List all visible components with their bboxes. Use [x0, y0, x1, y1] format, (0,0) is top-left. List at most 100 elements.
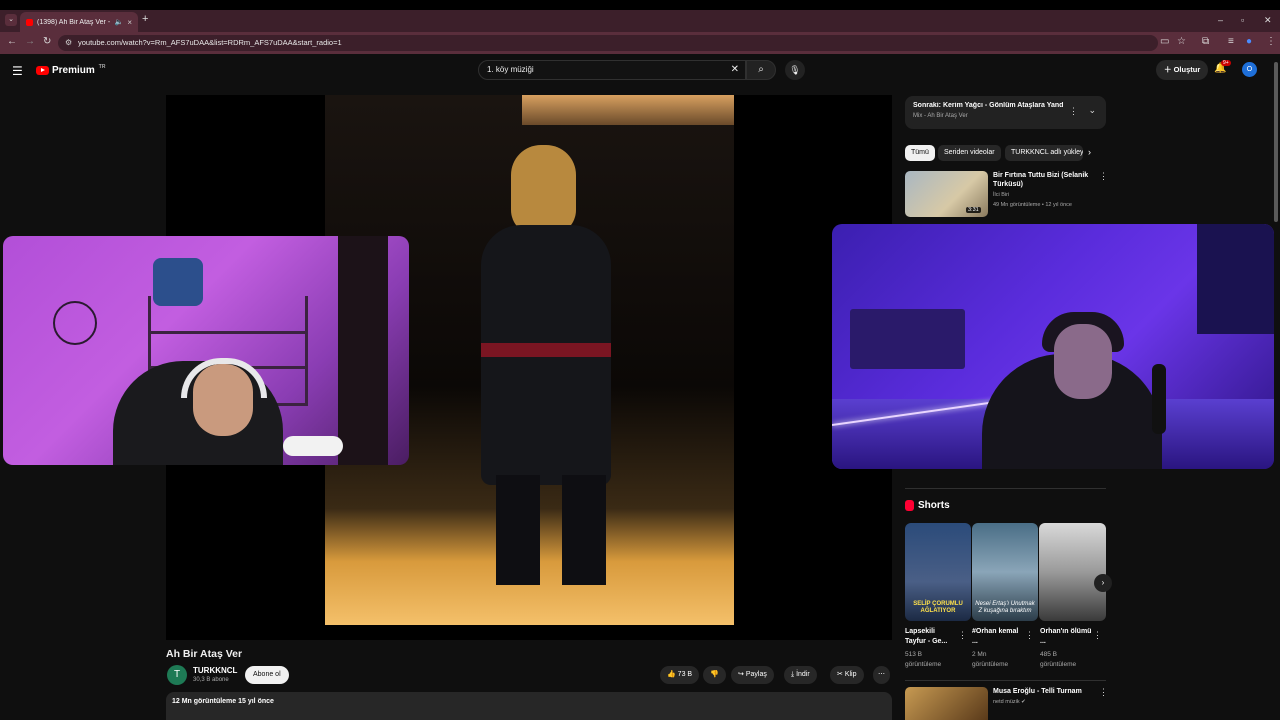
- logo-region: TR: [98, 63, 106, 70]
- close-window-icon[interactable]: ✕: [1264, 15, 1272, 26]
- clip-label: Klip: [844, 671, 857, 678]
- mic-icon: 🎙: [789, 65, 801, 75]
- divider: [905, 680, 1106, 681]
- short-title[interactable]: Orhan'ın ölümü ...: [1040, 627, 1092, 647]
- short-thumbnail[interactable]: SELİP ÇORUMLU AĞLATIYOR: [905, 523, 971, 621]
- account-icon[interactable]: ●: [1246, 36, 1252, 47]
- mix-more-icon[interactable]: ⋮: [1069, 106, 1078, 117]
- thumbs-up-icon: 👍: [667, 671, 676, 678]
- like-button[interactable]: 👍 73 B: [660, 666, 700, 684]
- channel-avatar[interactable]: T: [167, 665, 187, 685]
- recommended-more-icon[interactable]: ⋮: [1099, 687, 1108, 698]
- recommended-title[interactable]: Musa Eroğlu - Telli Turnam: [993, 688, 1082, 695]
- scrollbar-thumb[interactable]: [1274, 62, 1278, 222]
- guide-menu-icon[interactable]: ☰: [12, 64, 23, 78]
- recommended-channel[interactable]: netd müzik ✔: [993, 699, 1026, 705]
- shorts-icon: [905, 500, 914, 511]
- shorts-heading: Shorts: [905, 500, 950, 511]
- user-avatar[interactable]: O: [1242, 62, 1257, 77]
- recommended-title[interactable]: Bir Fırtına Tuttu Bizi (Selanik Türküsü): [993, 171, 1093, 189]
- mix-playlist-panel[interactable]: Sonraki: Kerim Yağcı - Gönlüm Ataşlara Y…: [905, 96, 1106, 129]
- extensions-icon[interactable]: ⧉: [1202, 36, 1209, 47]
- channel-name[interactable]: TURKKNCL: [193, 666, 237, 675]
- youtube-logo[interactable]: Premium TR: [36, 63, 106, 76]
- bookmark-star-icon[interactable]: ☆: [1177, 36, 1186, 47]
- recommended-thumbnail[interactable]: [905, 687, 988, 720]
- mix-next-title: Sonraki: Kerim Yağcı - Gönlüm Ataşlara Y…: [913, 102, 1063, 109]
- channel-label: netd müzik: [993, 699, 1020, 705]
- search-button[interactable]: ⌕: [746, 60, 776, 80]
- video-meta: 12 Mn görüntüleme 15 yıl önce: [172, 698, 274, 705]
- short-views: 513 B görüntüleme: [905, 651, 942, 668]
- clear-search-icon[interactable]: ✕: [731, 61, 739, 79]
- logo-text: Premium: [52, 65, 95, 76]
- shorts-next-icon[interactable]: ›: [1094, 574, 1112, 592]
- tab-search-icon[interactable]: ⌄: [5, 14, 17, 26]
- duration-badge: 3:31: [966, 207, 981, 213]
- back-icon[interactable]: ←: [7, 36, 17, 47]
- short-views: 485 B görüntüleme: [1040, 651, 1077, 668]
- scissors-icon: ✂: [837, 671, 843, 678]
- short-title[interactable]: #Orhan kemal ...: [972, 627, 1024, 647]
- url-text: youtube.com/watch?v=Rm_AFS7uDAA&list=RDR…: [78, 38, 342, 47]
- browser-tab-bar: ⌄ (1398) Ah Bir Ataş Ver - YouTube 🔈 × +…: [0, 0, 1280, 32]
- dislike-button[interactable]: 👎: [703, 666, 726, 684]
- browser-tab[interactable]: (1398) Ah Bir Ataş Ver - YouTube 🔈 ×: [20, 12, 138, 32]
- chip-uploader[interactable]: TURKKNCL adlı yükleyici: [1005, 145, 1083, 161]
- short-thumbnail[interactable]: [1039, 523, 1106, 621]
- audio-icon[interactable]: 🔈: [115, 18, 124, 26]
- more-horizontal-icon: ⋯: [878, 671, 885, 678]
- stage-light: [522, 95, 734, 125]
- streamer-face: [1054, 324, 1112, 399]
- download-button[interactable]: ⤓ İndir: [784, 666, 817, 684]
- menu-icon[interactable]: ⋮: [1266, 36, 1276, 47]
- search-icon: ⌕: [758, 64, 764, 75]
- new-tab-icon[interactable]: +: [142, 13, 148, 25]
- shelf-line: [148, 331, 308, 334]
- tab-close-icon[interactable]: ×: [127, 18, 132, 27]
- search-input[interactable]: 1. köy müziği ✕: [478, 60, 746, 80]
- share-button[interactable]: ↪ Paylaş: [731, 666, 774, 684]
- recommended-more-icon[interactable]: ⋮: [1099, 171, 1108, 182]
- share-icon: ↪: [738, 671, 744, 678]
- recommended-meta: 49 Mn görüntüleme • 12 yıl önce: [993, 202, 1072, 208]
- chip-series[interactable]: Seriden videolar: [938, 145, 1001, 161]
- short-more-icon[interactable]: ⋮: [1025, 630, 1034, 641]
- short-thumbnail[interactable]: Nesei Ertaş'ı Unutmak Z kuşağına bıraktı…: [972, 523, 1038, 621]
- video-performer-sash: [481, 343, 611, 357]
- reload-icon[interactable]: ↻: [43, 36, 51, 47]
- restore-icon[interactable]: ▫: [1241, 15, 1244, 25]
- chevron-down-icon[interactable]: ⌄: [1088, 105, 1096, 116]
- door: [338, 236, 388, 465]
- recommended-channel[interactable]: İlci Biri: [993, 192, 1009, 198]
- shorts-heading-text: Shorts: [918, 500, 950, 511]
- monitor: [850, 309, 965, 369]
- voice-search-button[interactable]: 🎙: [785, 60, 805, 80]
- short-more-icon[interactable]: ⋮: [958, 630, 967, 641]
- address-bar[interactable]: ⚙ youtube.com/watch?v=Rm_AFS7uDAA&list=R…: [58, 35, 1158, 51]
- description-box[interactable]: 12 Mn görüntüleme 15 yıl önce: [166, 692, 892, 720]
- create-label: Oluştur: [1173, 65, 1201, 74]
- download-label: İndir: [796, 671, 810, 678]
- clip-button[interactable]: ✂ Klip: [830, 666, 864, 684]
- like-count: 73 B: [677, 671, 693, 678]
- minimize-icon[interactable]: –: [1218, 15, 1223, 25]
- more-actions-button[interactable]: ⋯: [873, 666, 890, 684]
- verified-icon: ✔: [1021, 699, 1026, 705]
- site-info-icon[interactable]: ⚙: [65, 35, 72, 51]
- chip-all[interactable]: Tümü: [905, 145, 935, 161]
- create-button[interactable]: ＋ Oluştur: [1156, 60, 1209, 80]
- notification-badge: 9+: [1221, 60, 1231, 66]
- profile-icon[interactable]: ≡: [1228, 36, 1234, 47]
- cast-icon[interactable]: ▭: [1160, 36, 1169, 47]
- download-icon: ⤓: [791, 671, 795, 678]
- video-performer-legs: [496, 475, 606, 585]
- short-title[interactable]: Lapsekili Tayfur - Ge...: [905, 627, 957, 647]
- video-title: Ah Bir Ataş Ver: [166, 648, 243, 660]
- microphone: [1152, 364, 1166, 434]
- subscribe-button[interactable]: Abone ol: [245, 666, 289, 684]
- short-more-icon[interactable]: ⋮: [1093, 630, 1102, 641]
- forward-icon[interactable]: →: [25, 36, 35, 47]
- youtube-play-icon: [36, 66, 49, 75]
- chevron-right-icon[interactable]: ›: [1088, 147, 1091, 157]
